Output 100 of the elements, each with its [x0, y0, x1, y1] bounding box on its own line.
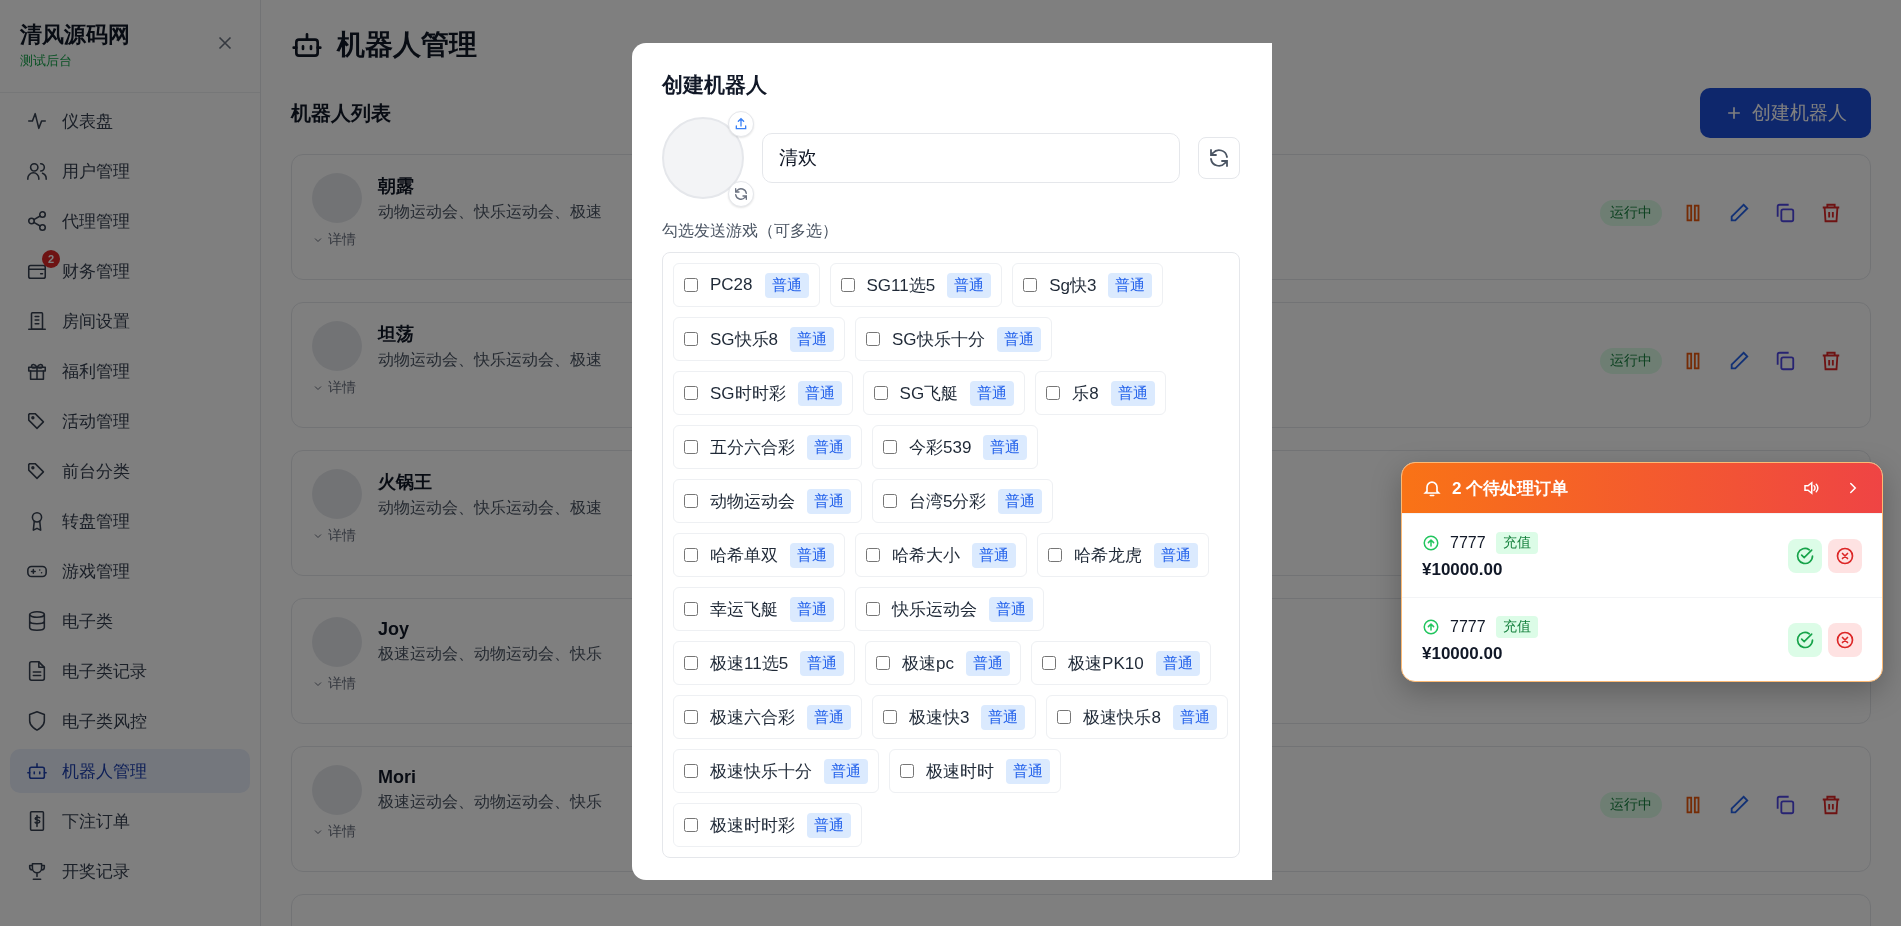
speaker-icon[interactable] — [1802, 479, 1820, 497]
game-tag: 普通 — [1155, 650, 1200, 676]
game-checkbox[interactable] — [684, 818, 698, 832]
game-name: SG时时彩 — [710, 382, 786, 405]
game-name: PC28 — [710, 275, 753, 295]
game-checkbox[interactable] — [1057, 710, 1072, 724]
game-checkbox[interactable] — [873, 386, 888, 400]
game-checkbox[interactable] — [684, 278, 698, 292]
sidebar-item[interactable]: 转盘管理 — [10, 499, 250, 543]
game-checkbox[interactable] — [684, 440, 698, 454]
copy-icon — [1774, 794, 1796, 816]
game-option[interactable]: 极速pc 普通 — [865, 641, 1022, 685]
game-checkbox[interactable] — [684, 764, 698, 778]
game-name: SG11选5 — [866, 274, 936, 297]
game-option[interactable]: SG飞艇 普通 — [862, 371, 1026, 415]
game-option[interactable]: 快乐运动会 普通 — [855, 587, 1044, 631]
game-checkbox[interactable] — [883, 710, 897, 724]
approve-button[interactable] — [1788, 538, 1822, 573]
game-name: SG快乐十分 — [892, 328, 985, 351]
order-type-tag: 充值 — [1495, 531, 1538, 554]
game-checkbox[interactable] — [684, 494, 698, 508]
game-checkbox[interactable] — [684, 656, 698, 670]
sidebar-item[interactable]: 电子类记录 — [10, 649, 250, 693]
sidebar-item[interactable]: 用户管理 — [10, 149, 250, 193]
sidebar-item[interactable]: 代理管理 — [10, 199, 250, 243]
game-checkbox[interactable] — [684, 710, 698, 724]
game-option[interactable]: 哈希大小 普通 — [855, 533, 1027, 577]
game-name: 极速快3 — [909, 706, 970, 729]
game-option[interactable]: SG11选5 普通 — [829, 263, 1003, 307]
game-name: 乐8 — [1072, 382, 1099, 405]
refresh-avatar-button[interactable] — [728, 181, 754, 207]
game-option[interactable]: Sg快3 普通 — [1012, 263, 1164, 307]
sidebar-item[interactable]: 房间设置 — [10, 299, 250, 343]
game-name: 台湾5分彩 — [909, 490, 987, 513]
game-checkbox[interactable] — [883, 494, 897, 508]
game-checkbox[interactable] — [1023, 278, 1038, 292]
sidebar-item[interactable]: 机器人管理 — [10, 749, 250, 793]
game-option[interactable]: 哈希龙虎 普通 — [1037, 533, 1209, 577]
game-option[interactable]: 乐8 普通 — [1035, 371, 1166, 415]
game-option[interactable]: SG时时彩 普通 — [673, 371, 853, 415]
game-option[interactable]: 今彩539 普通 — [872, 425, 1039, 469]
game-checkbox[interactable] — [876, 656, 891, 670]
game-option[interactable]: 台湾5分彩 普通 — [872, 479, 1054, 523]
game-tag: 普通 — [1110, 380, 1155, 406]
game-tag: 普通 — [790, 542, 834, 568]
game-checkbox[interactable] — [840, 278, 855, 292]
sidebar-item[interactable]: 福利管理 — [10, 349, 250, 393]
game-checkbox[interactable] — [866, 332, 881, 346]
game-name: 幸运飞艇 — [710, 598, 778, 621]
game-option[interactable]: 五分六合彩 普通 — [673, 425, 862, 469]
game-checkbox[interactable] — [866, 548, 880, 562]
game-checkbox[interactable] — [866, 602, 880, 616]
sidebar-item[interactable]: 前台分类 — [10, 449, 250, 493]
game-checkbox[interactable] — [684, 332, 698, 346]
game-option[interactable]: 极速快3 普通 — [872, 695, 1037, 739]
sidebar-item[interactable]: 下注订单 — [10, 799, 250, 843]
game-checkbox[interactable] — [684, 386, 698, 400]
x-circle-icon — [1835, 629, 1855, 650]
game-checkbox[interactable] — [684, 548, 698, 562]
game-checkbox[interactable] — [1042, 656, 1057, 670]
game-option[interactable]: 极速PK10 普通 — [1031, 641, 1211, 685]
game-tag: 普通 — [983, 434, 1028, 460]
reject-button[interactable] — [1828, 538, 1862, 573]
game-tag: 普通 — [764, 272, 809, 298]
game-option[interactable]: SG快乐8 普通 — [673, 317, 846, 361]
sidebar-item[interactable]: 电子类风控 — [10, 699, 250, 743]
game-checkbox[interactable] — [883, 440, 897, 454]
game-checkbox[interactable] — [1048, 548, 1062, 562]
game-name: 极速时时 — [926, 760, 994, 783]
game-option[interactable]: 极速快乐8 普通 — [1046, 695, 1228, 739]
game-checkbox[interactable] — [900, 764, 914, 778]
game-option[interactable]: 极速时时彩 普通 — [673, 803, 862, 847]
game-tag: 普通 — [981, 704, 1026, 730]
database-icon — [26, 610, 48, 632]
refresh-name-button[interactable] — [1198, 137, 1240, 179]
robot-icon — [26, 760, 48, 782]
sidebar-item[interactable]: 活动管理 — [10, 399, 250, 443]
game-option[interactable]: 幸运飞艇 普通 — [673, 587, 845, 631]
game-option[interactable]: PC28 普通 — [673, 263, 820, 307]
sidebar-item[interactable]: 电子类 — [10, 599, 250, 643]
reject-button[interactable] — [1828, 622, 1862, 657]
sidebar-item[interactable]: 2 财务管理 — [10, 249, 250, 293]
game-option[interactable]: 动物运动会 普通 — [673, 479, 862, 523]
sidebar-item[interactable]: 游戏管理 — [10, 549, 250, 593]
upload-icon — [733, 116, 749, 132]
approve-button[interactable] — [1788, 622, 1822, 657]
upload-button[interactable] — [728, 111, 754, 137]
game-tag: 普通 — [989, 596, 1033, 622]
game-checkbox[interactable] — [684, 602, 698, 616]
robot-name: Joy — [378, 619, 411, 640]
game-option[interactable]: 极速时时 普通 — [889, 749, 1061, 793]
game-option[interactable]: 极速11选5 普通 — [673, 641, 856, 685]
game-option[interactable]: 极速六合彩 普通 — [673, 695, 862, 739]
game-option[interactable]: 哈希单双 普通 — [673, 533, 845, 577]
game-checkbox[interactable] — [1046, 386, 1061, 400]
sidebar-item[interactable]: 开奖记录 — [10, 849, 250, 893]
sidebar-item[interactable]: 仪表盘 — [10, 99, 250, 143]
game-option[interactable]: 极速快乐十分 普通 — [673, 749, 879, 793]
game-option[interactable]: SG快乐十分 普通 — [855, 317, 1052, 361]
name-input[interactable]: 清欢 — [762, 133, 1180, 183]
